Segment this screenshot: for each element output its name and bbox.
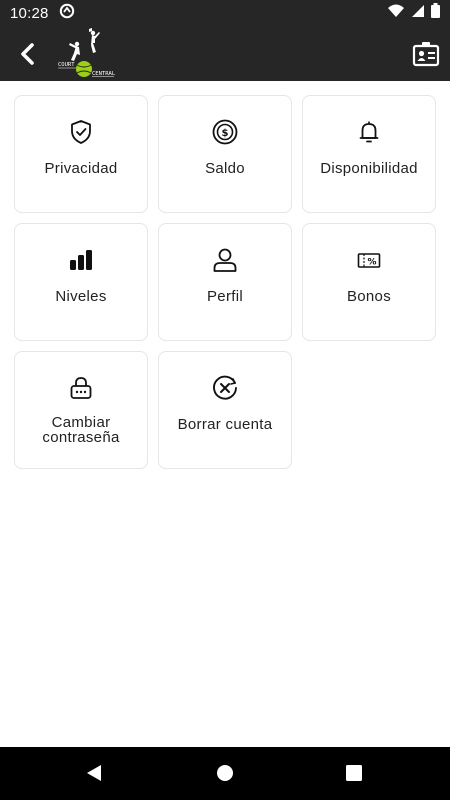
brand-text-top: COURT [58, 62, 75, 68]
menu-label-cambiar-contrasena: Cambiar contraseña [42, 415, 119, 445]
shield-check-icon [67, 118, 95, 146]
menu-label-line-1: Cambiar [51, 414, 111, 431]
user-icon [211, 246, 239, 274]
menu-tile-niveles[interactable]: Niveles [14, 223, 148, 341]
lock-password-icon [67, 374, 95, 402]
menu-label-perfil: Perfil [207, 288, 243, 305]
menu-label-privacidad: Privacidad [44, 160, 118, 177]
menu-label-saldo: Saldo [205, 160, 245, 177]
status-bar: 10:28 [0, 0, 450, 26]
signal-icon [411, 4, 425, 23]
brand-logo: COURT CENTRAL [56, 28, 118, 78]
sync-icon [59, 3, 75, 24]
nav-recents-button[interactable] [346, 765, 362, 786]
bell-icon [355, 118, 383, 146]
menu-label-disponibilidad: Disponibilidad [320, 160, 418, 177]
coin-icon: $ [211, 118, 239, 146]
square-recents-icon [346, 765, 362, 781]
profile-card-button[interactable] [412, 40, 440, 68]
nav-home-button[interactable] [216, 764, 234, 787]
app-bar: COURT CENTRAL [0, 26, 450, 81]
triangle-back-icon [87, 765, 101, 781]
system-nav-bar [0, 747, 450, 800]
menu-tile-cambiar-contrasena[interactable]: Cambiar contraseña [14, 351, 148, 469]
menu-tile-borrar-cuenta[interactable]: Borrar cuenta [158, 351, 292, 469]
brand-text-bottom: CENTRAL [92, 71, 116, 77]
menu-label-line-2: contraseña [42, 429, 120, 446]
menu-tile-privacidad[interactable]: Privacidad [14, 95, 148, 213]
svg-text:$: $ [222, 128, 229, 139]
delete-circle-icon [211, 374, 239, 402]
nav-back-button[interactable] [84, 763, 104, 788]
menu-label-borrar-cuenta: Borrar cuenta [177, 416, 273, 433]
status-time: 10:28 [10, 4, 49, 22]
menu-label-niveles: Niveles [55, 288, 107, 305]
menu-tile-perfil[interactable]: Perfil [158, 223, 292, 341]
menu-tile-saldo[interactable]: $ Saldo [158, 95, 292, 213]
back-button[interactable] [14, 40, 42, 68]
menu-label-bonos: Bonos [346, 288, 392, 305]
wifi-icon [387, 4, 405, 23]
chevron-left-icon [21, 43, 34, 65]
id-card-icon [412, 42, 440, 67]
bar-levels-icon [67, 246, 95, 274]
ticket-percent-icon: % [355, 246, 383, 274]
battery-icon [431, 3, 440, 23]
svg-text:%: % [367, 258, 376, 268]
menu-tile-bonos[interactable]: % Bonos [302, 223, 436, 341]
circle-home-icon [217, 765, 233, 781]
settings-menu-grid: Privacidad $ Saldo Disponibilidad Nivele… [14, 95, 436, 469]
menu-tile-disponibilidad[interactable]: Disponibilidad [302, 95, 436, 213]
